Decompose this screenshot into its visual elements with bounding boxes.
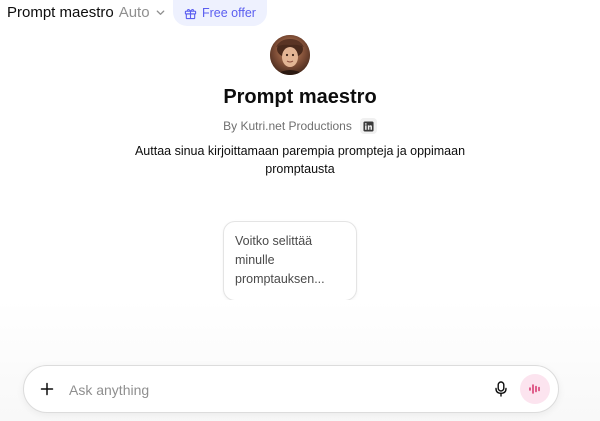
gpt-byline: By Kutri.net Productions	[0, 118, 600, 134]
gift-icon	[184, 8, 197, 19]
free-offer-label: Free offer	[202, 6, 256, 20]
prompt-input[interactable]	[67, 377, 451, 403]
voice-waveform-icon	[529, 384, 540, 394]
chevron-down-icon	[155, 7, 166, 18]
byline-text: By Kutri.net Productions	[223, 119, 352, 133]
composer	[23, 365, 559, 413]
conversation-starter[interactable]: Voitko selittää minulle promptauksen...	[223, 221, 357, 301]
model-name: Prompt maestro	[7, 4, 114, 21]
gpt-title: Prompt maestro	[223, 86, 377, 108]
gpt-avatar	[270, 35, 310, 75]
plus-icon[interactable]	[36, 378, 58, 400]
gpt-description: Auttaa sinua kirjoittamaan parempia prom…	[134, 144, 466, 176]
top-header: Prompt maestro Auto Free offer	[0, 0, 600, 26]
linkedin-icon[interactable]	[359, 118, 377, 134]
voice-mode-button[interactable]	[520, 374, 550, 404]
microphone-icon[interactable]	[490, 378, 512, 400]
free-offer-button[interactable]: Free offer	[173, 0, 267, 26]
model-picker[interactable]: Prompt maestro Auto	[7, 4, 166, 21]
model-mode: Auto	[118, 4, 150, 21]
